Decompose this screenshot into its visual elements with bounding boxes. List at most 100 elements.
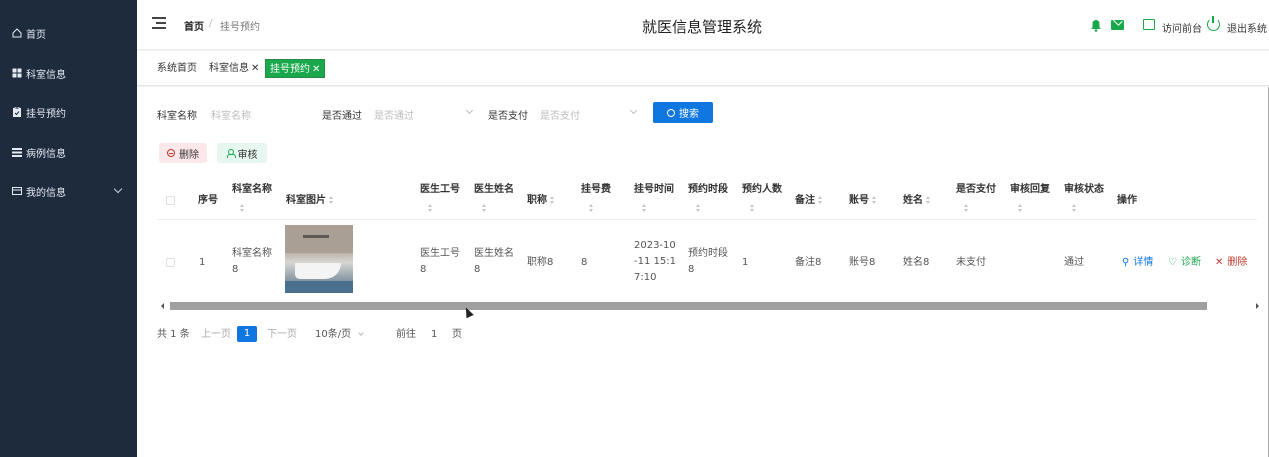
- dept-image[interactable]: [285, 225, 353, 293]
- chevron-down-icon[interactable]: [629, 106, 638, 115]
- passed-select[interactable]: 是否通过: [374, 107, 414, 122]
- th-doctor-no[interactable]: 医生工号: [420, 182, 460, 198]
- batch-delete-button[interactable]: 删除: [159, 143, 207, 163]
- sort-icon[interactable]: [926, 196, 931, 204]
- sort-icon[interactable]: [550, 196, 555, 204]
- page-size-select[interactable]: 10条/页: [315, 327, 351, 343]
- row-delete-button[interactable]: ✕ 删除: [1215, 256, 1247, 270]
- sidebar-item-cases[interactable]: 病例信息: [12, 142, 66, 162]
- cell-slot: 预约时段: [688, 248, 728, 259]
- th-paid[interactable]: 是否支付: [956, 182, 996, 198]
- breadcrumb-current: 挂号预约: [220, 22, 260, 33]
- th-title[interactable]: 职称: [527, 193, 555, 209]
- sort-icon[interactable]: [1018, 204, 1023, 212]
- sort-icon[interactable]: [240, 204, 245, 212]
- th-fee[interactable]: 挂号费: [581, 182, 611, 198]
- th-note[interactable]: 备注: [795, 193, 823, 209]
- sidebar-item-my-info[interactable]: 我的信息: [12, 181, 127, 201]
- cell-doctor-no: 医生工号: [420, 248, 460, 259]
- sort-icon[interactable]: [818, 196, 823, 204]
- monitor-icon[interactable]: [1143, 19, 1155, 30]
- next-page-button[interactable]: 下一页: [267, 327, 297, 343]
- search-icon: [667, 108, 675, 117]
- scroll-left-icon[interactable]: [161, 303, 164, 309]
- cell-status: 通过: [1064, 257, 1084, 268]
- breadcrumb-home[interactable]: 首页: [184, 18, 204, 33]
- dept-name-input[interactable]: 科室名称: [211, 107, 251, 122]
- th-status[interactable]: 审核状态: [1064, 182, 1104, 198]
- th-reply[interactable]: 审核回复: [1010, 182, 1050, 198]
- sort-icon[interactable]: [428, 204, 433, 212]
- visit-front-link[interactable]: 访问前台: [1162, 20, 1202, 35]
- passed-label: 是否通过: [322, 111, 362, 122]
- home-icon: [12, 28, 22, 38]
- pagination-total: 共 1 条: [157, 329, 190, 340]
- header-divider: [157, 219, 1257, 220]
- close-icon: ✕: [1215, 257, 1224, 268]
- horizontal-scrollbar[interactable]: [157, 301, 1263, 310]
- row-checkbox[interactable]: [166, 258, 175, 267]
- close-icon[interactable]: ✕: [312, 64, 320, 75]
- page-title: 就医信息管理系统: [642, 18, 763, 36]
- power-icon[interactable]: [1207, 16, 1220, 31]
- dept-name-label: 科室名称: [157, 111, 197, 122]
- menu-toggle-icon[interactable]: [152, 17, 166, 29]
- diagnose-button[interactable]: ♡ 诊断: [1168, 256, 1201, 270]
- th-dept-name[interactable]: 科室名称: [232, 182, 272, 198]
- chevron-down-icon[interactable]: [465, 106, 474, 115]
- cell-name: 姓名8: [903, 257, 930, 268]
- cell-account: 账号8: [849, 257, 876, 268]
- tab-registration[interactable]: 挂号预约 ✕: [265, 59, 326, 78]
- audit-button[interactable]: 审核: [217, 143, 267, 163]
- search-button[interactable]: 搜索: [653, 102, 713, 123]
- paid-label: 是否支付: [488, 111, 528, 122]
- sort-icon[interactable]: [1072, 204, 1077, 212]
- cell-doctor-name: 医生姓名: [474, 248, 514, 259]
- sidebar-item-label: 病例信息: [26, 148, 66, 160]
- goto-page-input[interactable]: 1: [431, 327, 437, 343]
- th-slot[interactable]: 预约时段: [688, 182, 728, 198]
- chevron-down-icon: [113, 184, 123, 194]
- sort-icon[interactable]: [589, 204, 594, 212]
- bell-icon[interactable]: [1090, 19, 1102, 32]
- cell-index: 1: [199, 257, 206, 268]
- cell-reg-time-3: 7:10: [634, 272, 657, 283]
- clipboard-icon: [12, 107, 22, 117]
- chevron-down-icon[interactable]: [358, 330, 364, 336]
- sidebar-item-dept[interactable]: 科室信息: [12, 63, 66, 83]
- sidebar-item-registration[interactable]: 挂号预约: [12, 102, 66, 122]
- sort-icon[interactable]: [482, 204, 487, 212]
- sort-icon[interactable]: [750, 204, 755, 212]
- th-count[interactable]: 预约人数: [742, 182, 782, 198]
- sidebar-item-home[interactable]: 首页: [12, 23, 46, 43]
- cell-title: 职称8: [527, 257, 554, 268]
- th-account[interactable]: 账号: [849, 193, 877, 209]
- cell-doctor-no-suffix: 8: [420, 264, 427, 275]
- detail-button[interactable]: ⚲ 详情: [1122, 256, 1153, 270]
- page-1-button[interactable]: 1: [237, 326, 257, 342]
- breadcrumb-separator: /: [209, 18, 213, 29]
- paid-select[interactable]: 是否支付: [540, 107, 580, 122]
- th-doctor-name[interactable]: 医生姓名: [474, 182, 514, 198]
- sort-icon[interactable]: [964, 204, 969, 212]
- cell-note: 备注8: [795, 257, 822, 268]
- scroll-right-icon[interactable]: [1256, 303, 1259, 309]
- cell-fee: 8: [581, 257, 588, 268]
- prev-page-button[interactable]: 上一页: [201, 327, 231, 343]
- sort-icon[interactable]: [329, 196, 334, 204]
- th-dept-image[interactable]: 科室图片: [286, 193, 334, 209]
- logout-link[interactable]: 退出系统: [1227, 20, 1267, 35]
- th-reg-time[interactable]: 挂号时间: [634, 182, 674, 198]
- sort-icon[interactable]: [872, 196, 877, 204]
- th-ops: 操作: [1117, 195, 1137, 206]
- select-all-checkbox[interactable]: [166, 196, 175, 205]
- scrollbar-thumb[interactable]: [170, 302, 1207, 310]
- mail-icon[interactable]: [1111, 20, 1124, 30]
- sort-icon[interactable]: [696, 204, 701, 212]
- sort-icon[interactable]: [642, 204, 647, 212]
- tab-dept-info[interactable]: 科室信息 ✕: [205, 59, 263, 78]
- tab-system-home[interactable]: 系统首页: [153, 59, 201, 78]
- th-name[interactable]: 姓名: [903, 193, 931, 209]
- close-icon[interactable]: ✕: [251, 63, 259, 74]
- search-icon: ⚲: [1122, 257, 1130, 268]
